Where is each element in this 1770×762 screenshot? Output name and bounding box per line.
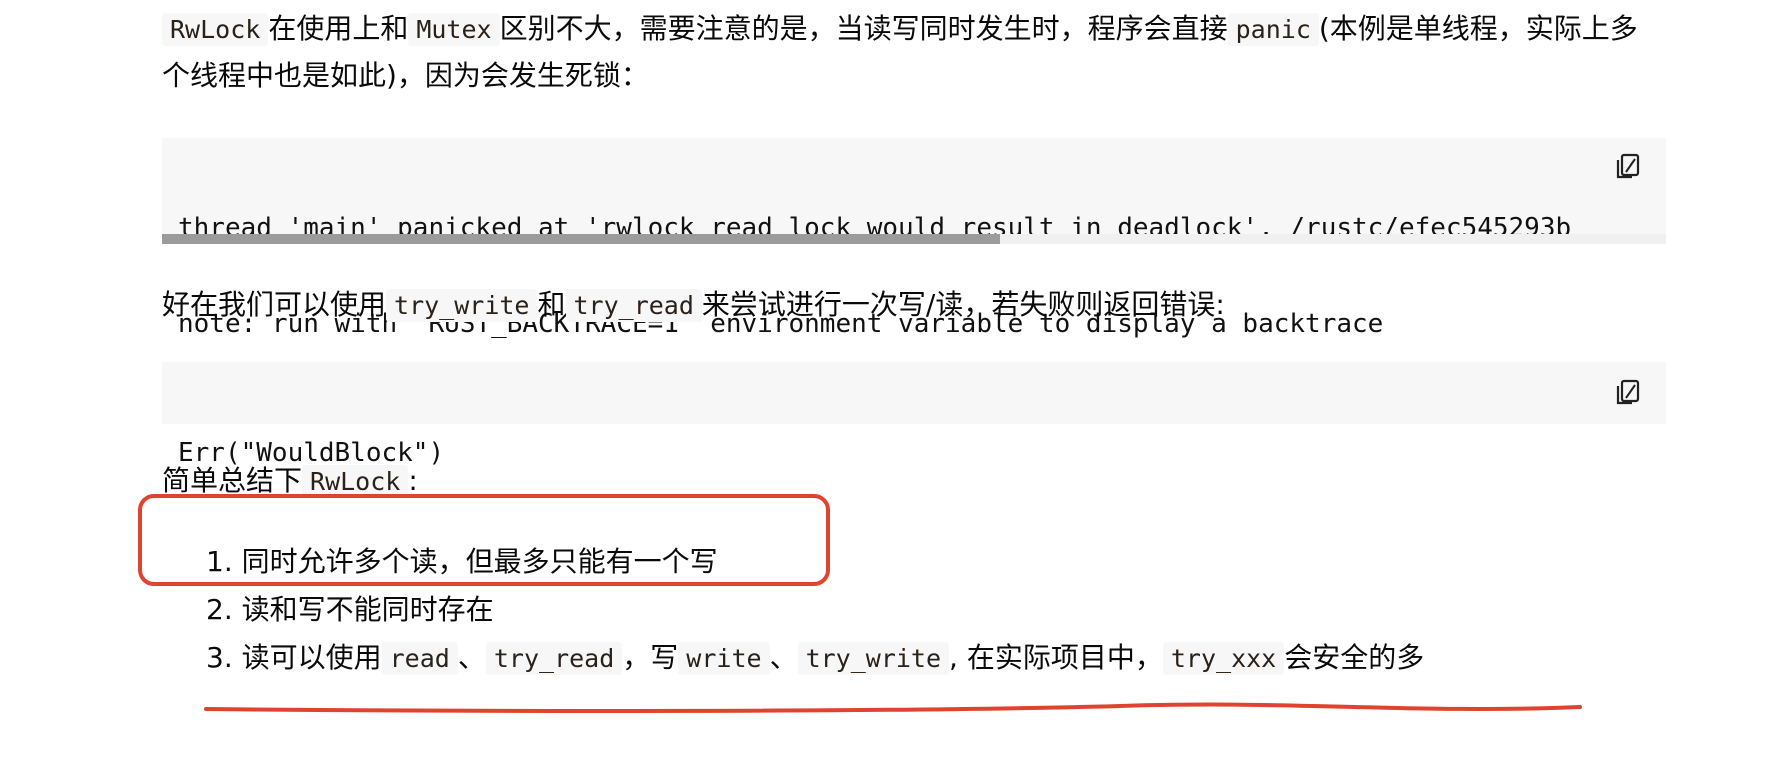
copy-icon: [1616, 153, 1640, 179]
code-block-panic-output: thread 'main' panicked at 'rwlock read l…: [162, 138, 1666, 339]
inline-code-mutex: Mutex: [408, 13, 500, 46]
list-item-3: 3. 读可以使用 read、 try_read ，写 write、 try_write, …: [206, 634, 1424, 682]
inline-code-try-read: try_read: [485, 642, 623, 675]
text-segment: 3. 读可以使用: [206, 641, 382, 674]
inline-code-read: read: [381, 642, 458, 675]
text-segment: ，写: [622, 641, 679, 674]
text-segment: 和: [537, 288, 566, 321]
summary-heading: 简单总结下 RwLock:: [162, 458, 1662, 505]
inline-code-rwlock: RwLock: [162, 13, 269, 46]
scrollbar-thumb[interactable]: [162, 234, 1000, 244]
paragraph-rwlock-intro: RwLock 在使用上和 Mutex 区别不大，需要注意的是，当读写同时发生时，程序会…: [162, 6, 1662, 99]
inline-code-try-write: try_write: [386, 289, 538, 322]
text-segment: 在使用上和: [268, 12, 409, 45]
inline-code-panic: panic: [1227, 13, 1319, 46]
inline-code-write: write: [678, 642, 770, 675]
text-segment: 、: [769, 641, 798, 674]
text-segment: , 在实际项目中，: [949, 641, 1163, 674]
text-segment: 区别不大，需要注意的是，当读写同时发生时，程序会直接: [499, 12, 1228, 45]
code-block-err-output: Err("WouldBlock"): [162, 362, 1666, 468]
text-segment: 会安全的多: [1284, 641, 1425, 674]
text-segment: 来尝试进行一次写/读，若失败则返回错误:: [701, 288, 1225, 321]
text-segment: 简单总结下: [162, 464, 303, 497]
code-block-scroll-area[interactable]: Err("WouldBlock"): [162, 362, 1666, 531]
inline-code-try-xxx: try_xxx: [1162, 642, 1285, 675]
copy-icon: [1616, 379, 1640, 405]
text-segment: 好在我们可以使用: [162, 288, 387, 321]
horizontal-scrollbar[interactable]: [162, 234, 1666, 244]
text-segment: 、: [457, 641, 486, 674]
inline-code-rwlock: RwLock: [302, 465, 409, 498]
list-item-text: 1. 同时允许多个读，但最多只能有一个写: [206, 545, 718, 578]
list-item-text: 2. 读和写不能同时存在: [206, 593, 494, 626]
list-item-1: 1. 同时允许多个读，但最多只能有一个写: [206, 538, 1424, 586]
annotation-underline: [204, 702, 1582, 713]
inline-code-try-write: try_write: [797, 642, 950, 675]
copy-code-button[interactable]: [1610, 374, 1646, 410]
list-item-2: 2. 读和写不能同时存在: [206, 586, 1424, 634]
article-content: RwLock 在使用上和 Mutex 区别不大，需要注意的是，当读写同时发生时，程序会…: [0, 0, 1770, 762]
paragraph-try-methods: 好在我们可以使用 try_write 和 try_read 来尝试进行一次写/读，若失败…: [162, 282, 1662, 329]
summary-list: 1. 同时允许多个读，但最多只能有一个写 2. 读和写不能同时存在 3. 读可以…: [206, 538, 1424, 682]
copy-code-button[interactable]: [1610, 148, 1646, 184]
inline-code-try-read: try_read: [565, 289, 702, 322]
text-segment: :: [408, 464, 418, 497]
